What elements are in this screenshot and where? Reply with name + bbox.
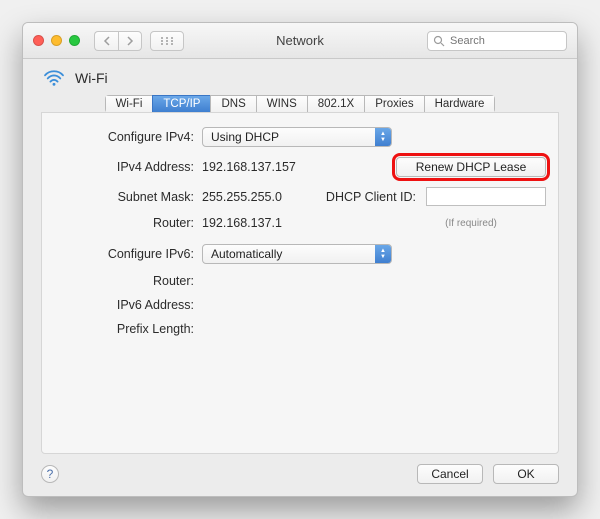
- ipv4-address-value: 192.168.137.157: [202, 160, 392, 174]
- configure-ipv6-select[interactable]: Automatically ▲▼: [202, 244, 392, 264]
- network-advanced-window: Network Wi-Fi Wi-Fi TCP/IP: [22, 22, 578, 497]
- show-all-button[interactable]: [150, 31, 184, 51]
- tab-wins[interactable]: WINS: [256, 95, 307, 113]
- configure-ipv4-select[interactable]: Using DHCP ▲▼: [202, 127, 392, 147]
- minimize-window-button[interactable]: [51, 35, 62, 46]
- select-stepper-icon: ▲▼: [375, 245, 391, 263]
- ipv6-router-label: Router:: [56, 274, 198, 288]
- chevron-left-icon: [103, 36, 111, 46]
- renew-dhcp-lease-button[interactable]: Renew DHCP Lease: [396, 157, 546, 177]
- titlebar: Network: [23, 23, 577, 59]
- tab-bar: Wi-Fi TCP/IP DNS WINS 802.1X Proxies Har…: [41, 95, 559, 113]
- tab-wifi[interactable]: Wi-Fi: [105, 95, 153, 113]
- search-input[interactable]: [427, 31, 567, 51]
- tab-8021x[interactable]: 802.1X: [307, 95, 364, 113]
- wifi-icon: [43, 69, 65, 87]
- dhcp-client-id-label: DHCP Client ID:: [326, 190, 420, 204]
- ipv4-router-label: Router:: [56, 216, 198, 230]
- content: Wi-Fi Wi-Fi TCP/IP DNS WINS 802.1X Proxi…: [23, 59, 577, 496]
- back-button[interactable]: [94, 31, 118, 51]
- tab-tcpip[interactable]: TCP/IP: [152, 95, 210, 113]
- help-button[interactable]: ?: [41, 465, 59, 483]
- cancel-button[interactable]: Cancel: [417, 464, 483, 484]
- configure-ipv6-label: Configure IPv6:: [56, 247, 198, 261]
- close-window-button[interactable]: [33, 35, 44, 46]
- forward-button[interactable]: [118, 31, 142, 51]
- interface-header: Wi-Fi: [43, 69, 559, 87]
- prefix-length-label: Prefix Length:: [56, 322, 198, 336]
- tab-hardware[interactable]: Hardware: [424, 95, 496, 113]
- ipv4-router-value: 192.168.137.1: [202, 216, 392, 230]
- tab-dns[interactable]: DNS: [210, 95, 255, 113]
- chevron-right-icon: [126, 36, 134, 46]
- tcpip-pane: Configure IPv4: Using DHCP ▲▼ IPv4 Addre…: [41, 112, 559, 454]
- window-controls: [33, 35, 80, 46]
- grid-icon: [160, 36, 174, 46]
- ipv4-address-label: IPv4 Address:: [56, 160, 198, 174]
- configure-ipv4-label: Configure IPv4:: [56, 130, 198, 144]
- select-stepper-icon: ▲▼: [375, 128, 391, 146]
- ipv6-address-label: IPv6 Address:: [56, 298, 198, 312]
- dhcp-client-id-input[interactable]: [426, 187, 546, 206]
- footer: ? Cancel OK: [41, 464, 559, 484]
- tab-proxies[interactable]: Proxies: [364, 95, 423, 113]
- nav-back-forward: [94, 31, 142, 51]
- configure-ipv4-value: Using DHCP: [211, 130, 279, 144]
- configure-ipv6-value: Automatically: [211, 247, 282, 261]
- search-wrap: [427, 31, 567, 51]
- dhcp-client-id-helper: (If required): [396, 218, 546, 229]
- ok-button[interactable]: OK: [493, 464, 559, 484]
- zoom-window-button[interactable]: [69, 35, 80, 46]
- subnet-mask-label: Subnet Mask:: [56, 190, 198, 204]
- interface-name: Wi-Fi: [75, 70, 108, 86]
- search-icon: [433, 35, 445, 47]
